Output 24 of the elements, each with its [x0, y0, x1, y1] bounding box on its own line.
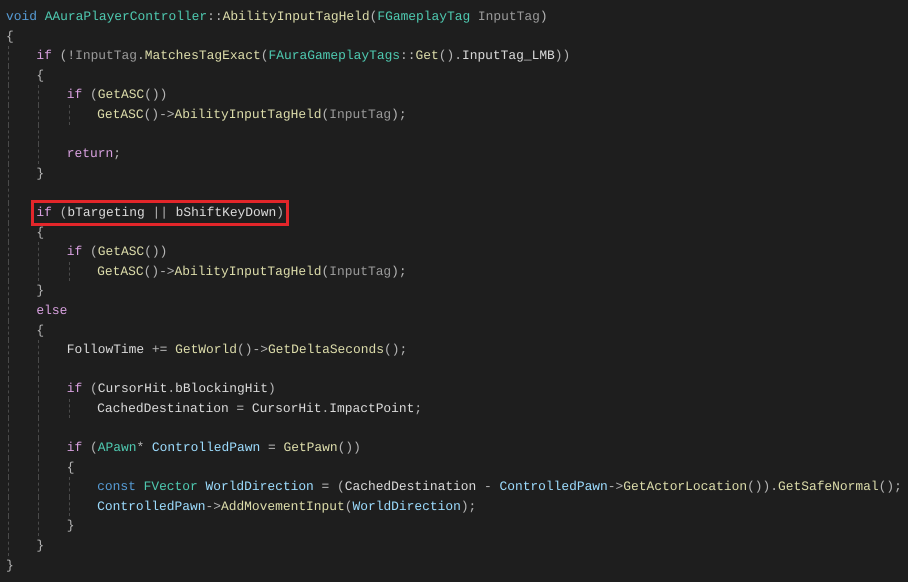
code-line: if (CursorHit.bBlockingHit) [66, 380, 277, 398]
code-line: ControlledPawn->AddMovementInput(WorldDirection); [96, 498, 478, 516]
code-line: void AAuraPlayerController::AbilityInputTagHeld(FGameplayTag InputTag) [5, 8, 549, 26]
code-line: GetASC()->AbilityInputTagHeld(InputTag); [96, 106, 408, 124]
code-line: { [5, 28, 15, 46]
code-line: return; [66, 145, 122, 164]
code-line: { [66, 458, 76, 477]
code-line: if (APawn* ControlledPawn = GetPawn()) [66, 439, 362, 458]
code-line: { [35, 224, 46, 242]
code-line: if (GetASC()) [66, 243, 168, 262]
code-line: } [5, 556, 15, 575]
code-line: GetASC()->AbilityInputTagHeld(InputTag); [96, 262, 408, 281]
code-line: else [35, 302, 68, 320]
code-line: if (!InputTag.MatchesTagExact(FAuraGameplayTags::Get().InputTag_LMB)) [35, 47, 572, 66]
code-line: { [35, 66, 46, 85]
code-line: { [35, 322, 46, 340]
code-line: } [66, 517, 76, 536]
code-line: } [35, 164, 46, 183]
code-line: const FVector WorldDirection = (CachedDestination - ControlledPawn->GetActorLocation()).GetSafeNormal(); [96, 478, 903, 496]
code-line: if (GetASC()) [66, 86, 168, 104]
code-line: } [35, 282, 46, 300]
code-line: CachedDestination = CursorHit.ImpactPoint; [96, 400, 424, 418]
code-line: FollowTime += GetWorld()->GetDeltaSeconds(); [66, 341, 408, 360]
code-line: } [35, 537, 46, 556]
